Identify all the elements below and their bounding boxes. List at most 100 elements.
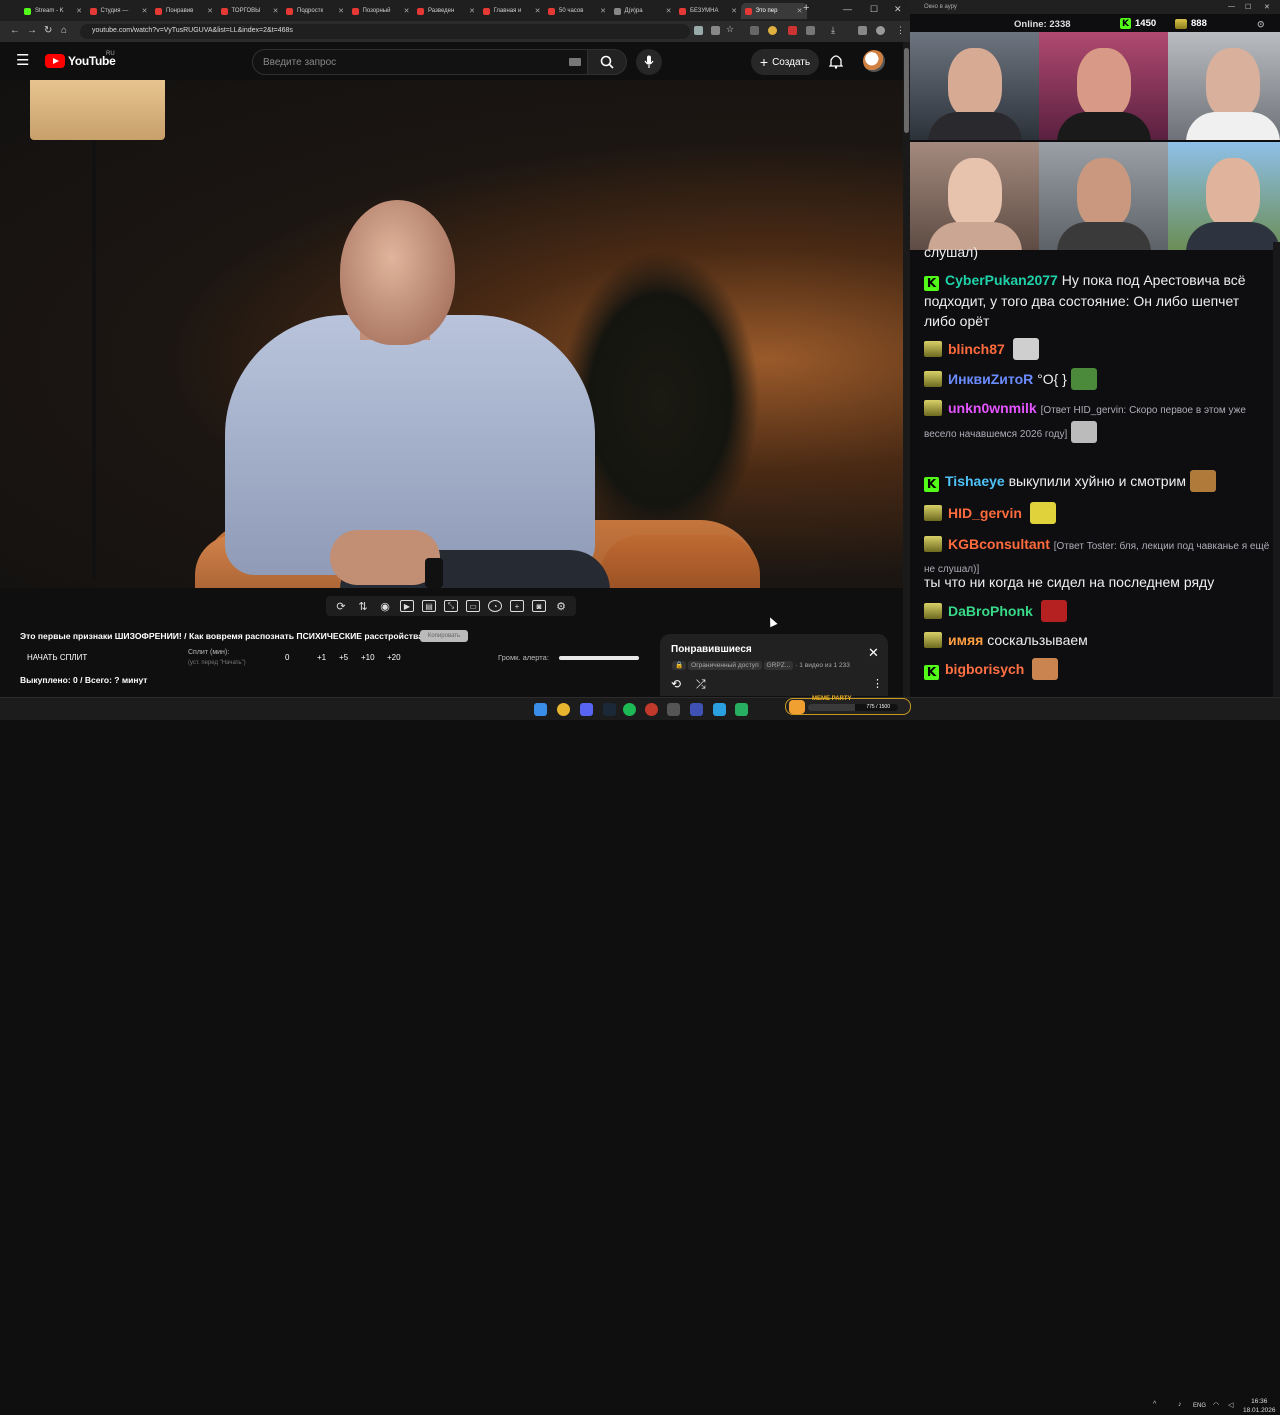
forward-icon[interactable]: →	[27, 25, 37, 36]
hamburger-icon[interactable]: ☰	[16, 51, 29, 69]
tab-close-icon[interactable]: ✕	[338, 7, 344, 15]
split-plus-5-button[interactable]: +5	[339, 653, 348, 662]
start-split-button[interactable]: НАЧАТЬ СПЛИТ	[27, 653, 87, 662]
chat-username[interactable]: blinch87	[948, 341, 1005, 357]
browser-tab[interactable]: Позорный ✕	[348, 3, 414, 19]
more-vert-icon[interactable]: ⋮	[872, 677, 883, 690]
chat-username[interactable]: DaBroPhonk	[948, 603, 1033, 619]
copy-button[interactable]: Копировать	[420, 630, 468, 642]
chat-username[interactable]: unkn0wnmilk	[948, 400, 1037, 416]
chat-username[interactable]: KGBconsultant	[948, 536, 1050, 552]
clock[interactable]: 16:36 18.01.2026	[1243, 1397, 1276, 1415]
browser-tab[interactable]: Это пер ✕	[740, 3, 807, 19]
shuffle-icon[interactable]: ⤮	[696, 677, 706, 692]
minimize-icon[interactable]: —	[843, 4, 852, 14]
keyboard-icon[interactable]	[569, 58, 581, 66]
app-icon[interactable]	[690, 703, 703, 716]
telegram-icon[interactable]	[713, 703, 726, 716]
browser-tab[interactable]: Д(и)ра ✕	[610, 3, 676, 19]
speed-icon[interactable]: ◔	[488, 600, 502, 612]
chat-username[interactable]: CyberPukan2077	[945, 272, 1058, 288]
mic-tray-icon[interactable]: ♪	[1178, 1401, 1182, 1408]
url-field[interactable]: youtube.com/watch?v=VyTusRUGUVA&list=LL&…	[80, 24, 690, 39]
chrome-icon[interactable]	[557, 703, 570, 716]
home-icon[interactable]: ⌂	[61, 25, 67, 36]
chat-username[interactable]: Tishaeye	[945, 473, 1005, 489]
extension-icon[interactable]	[768, 26, 777, 35]
sort-icon[interactable]: ⇅	[356, 600, 370, 613]
create-button[interactable]: + Создать	[751, 49, 819, 75]
tray-chevron-icon[interactable]: ^	[1153, 1401, 1156, 1408]
chat-scrollbar[interactable]	[1273, 242, 1280, 697]
loop-icon[interactable]: ⟲	[671, 677, 681, 691]
video-player[interactable]: 🦋	[0, 80, 903, 588]
zoom-icon[interactable]	[711, 26, 720, 35]
split-plus-1-button[interactable]: +1	[317, 653, 326, 662]
browser-tab[interactable]: Студия — ✕	[86, 3, 152, 19]
tab-close-icon[interactable]: ✕	[731, 7, 737, 15]
browser-tab[interactable]: Разведен ✕	[413, 3, 479, 19]
menu-dots-icon[interactable]: ⋮	[896, 25, 905, 36]
app-icon[interactable]	[735, 703, 748, 716]
network-icon[interactable]: ◠	[1213, 1401, 1219, 1409]
page-scrollbar[interactable]	[903, 42, 910, 697]
volume-icon[interactable]: ◁	[1228, 1401, 1233, 1409]
playlist-owner[interactable]: GRPZ...	[763, 661, 794, 670]
app-icon[interactable]	[645, 703, 658, 716]
gear-icon[interactable]: ⚙	[554, 600, 568, 613]
film-icon[interactable]: ▤	[422, 600, 436, 612]
new-tab-icon[interactable]: +	[803, 2, 809, 14]
maximize-icon[interactable]: ☐	[870, 4, 878, 15]
profile-icon[interactable]	[876, 26, 885, 35]
tab-close-icon[interactable]: ✕	[535, 7, 541, 15]
puzzle-icon[interactable]	[806, 26, 815, 35]
voice-search-button[interactable]	[636, 49, 662, 75]
add-clip-icon[interactable]: +	[510, 600, 524, 612]
chat-username[interactable]: ИнквиZитоR	[948, 371, 1033, 387]
download-icon[interactable]: ⤓	[831, 25, 835, 36]
youtube-logo-icon[interactable]	[45, 54, 65, 68]
steam-icon[interactable]	[603, 703, 616, 716]
browser-tab[interactable]: 50 часов ✕	[544, 3, 610, 19]
browser-tab[interactable]: БЕЗУМНА ✕	[675, 3, 741, 19]
split-plus-10-button[interactable]: +10	[361, 653, 375, 662]
close-window-icon[interactable]: ✕	[1264, 3, 1270, 11]
watch-later-icon[interactable]: ▶	[400, 600, 414, 612]
browser-tab[interactable]: Stream - K ✕	[20, 3, 86, 19]
notifications-bell-icon[interactable]	[829, 54, 843, 69]
spotify-icon[interactable]	[623, 703, 636, 716]
tab-close-icon[interactable]: ✕	[76, 7, 82, 15]
search-button[interactable]	[587, 49, 627, 75]
chat-username[interactable]: bigborisych	[945, 661, 1024, 677]
screenshot-icon[interactable]: ◙	[532, 600, 546, 612]
discord-icon[interactable]	[580, 703, 593, 716]
alert-volume-slider[interactable]	[559, 656, 639, 660]
close-window-icon[interactable]: ✕	[894, 4, 902, 15]
app-icon[interactable]	[667, 703, 680, 716]
tab-close-icon[interactable]: ✕	[273, 7, 279, 15]
reload-icon[interactable]: ↻	[44, 25, 52, 36]
cinema-mode-icon[interactable]: ▭	[466, 600, 480, 612]
start-menu-icon[interactable]	[534, 703, 547, 716]
chat-username[interactable]: HID_gervin	[948, 505, 1022, 521]
settings-icon[interactable]: ⊙	[1257, 19, 1265, 30]
account-avatar[interactable]	[863, 50, 885, 72]
tab-close-icon[interactable]: ✕	[666, 7, 672, 15]
minimize-icon[interactable]: —	[1228, 3, 1235, 10]
maximize-icon[interactable]: ☐	[1245, 3, 1251, 11]
close-icon[interactable]: ✕	[868, 646, 879, 659]
extension-icon[interactable]	[858, 26, 867, 35]
playlist-title[interactable]: Понравившиеся	[671, 644, 752, 655]
cast-icon[interactable]	[694, 26, 703, 35]
broadcast-icon[interactable]: ◉	[378, 600, 392, 613]
tab-close-icon[interactable]: ✕	[207, 7, 213, 15]
tab-close-icon[interactable]: ✕	[142, 7, 148, 15]
browser-tab[interactable]: Подростк ✕	[282, 3, 348, 19]
tab-close-icon[interactable]: ✕	[469, 7, 475, 15]
back-icon[interactable]: ←	[10, 25, 20, 36]
split-plus-20-button[interactable]: +20	[387, 653, 401, 662]
search-input[interactable]	[253, 50, 533, 74]
page-scrollbar-thumb[interactable]	[904, 48, 909, 133]
bookmark-star-icon[interactable]: ☆	[726, 24, 734, 35]
browser-tab[interactable]: Главная и ✕	[479, 3, 545, 19]
